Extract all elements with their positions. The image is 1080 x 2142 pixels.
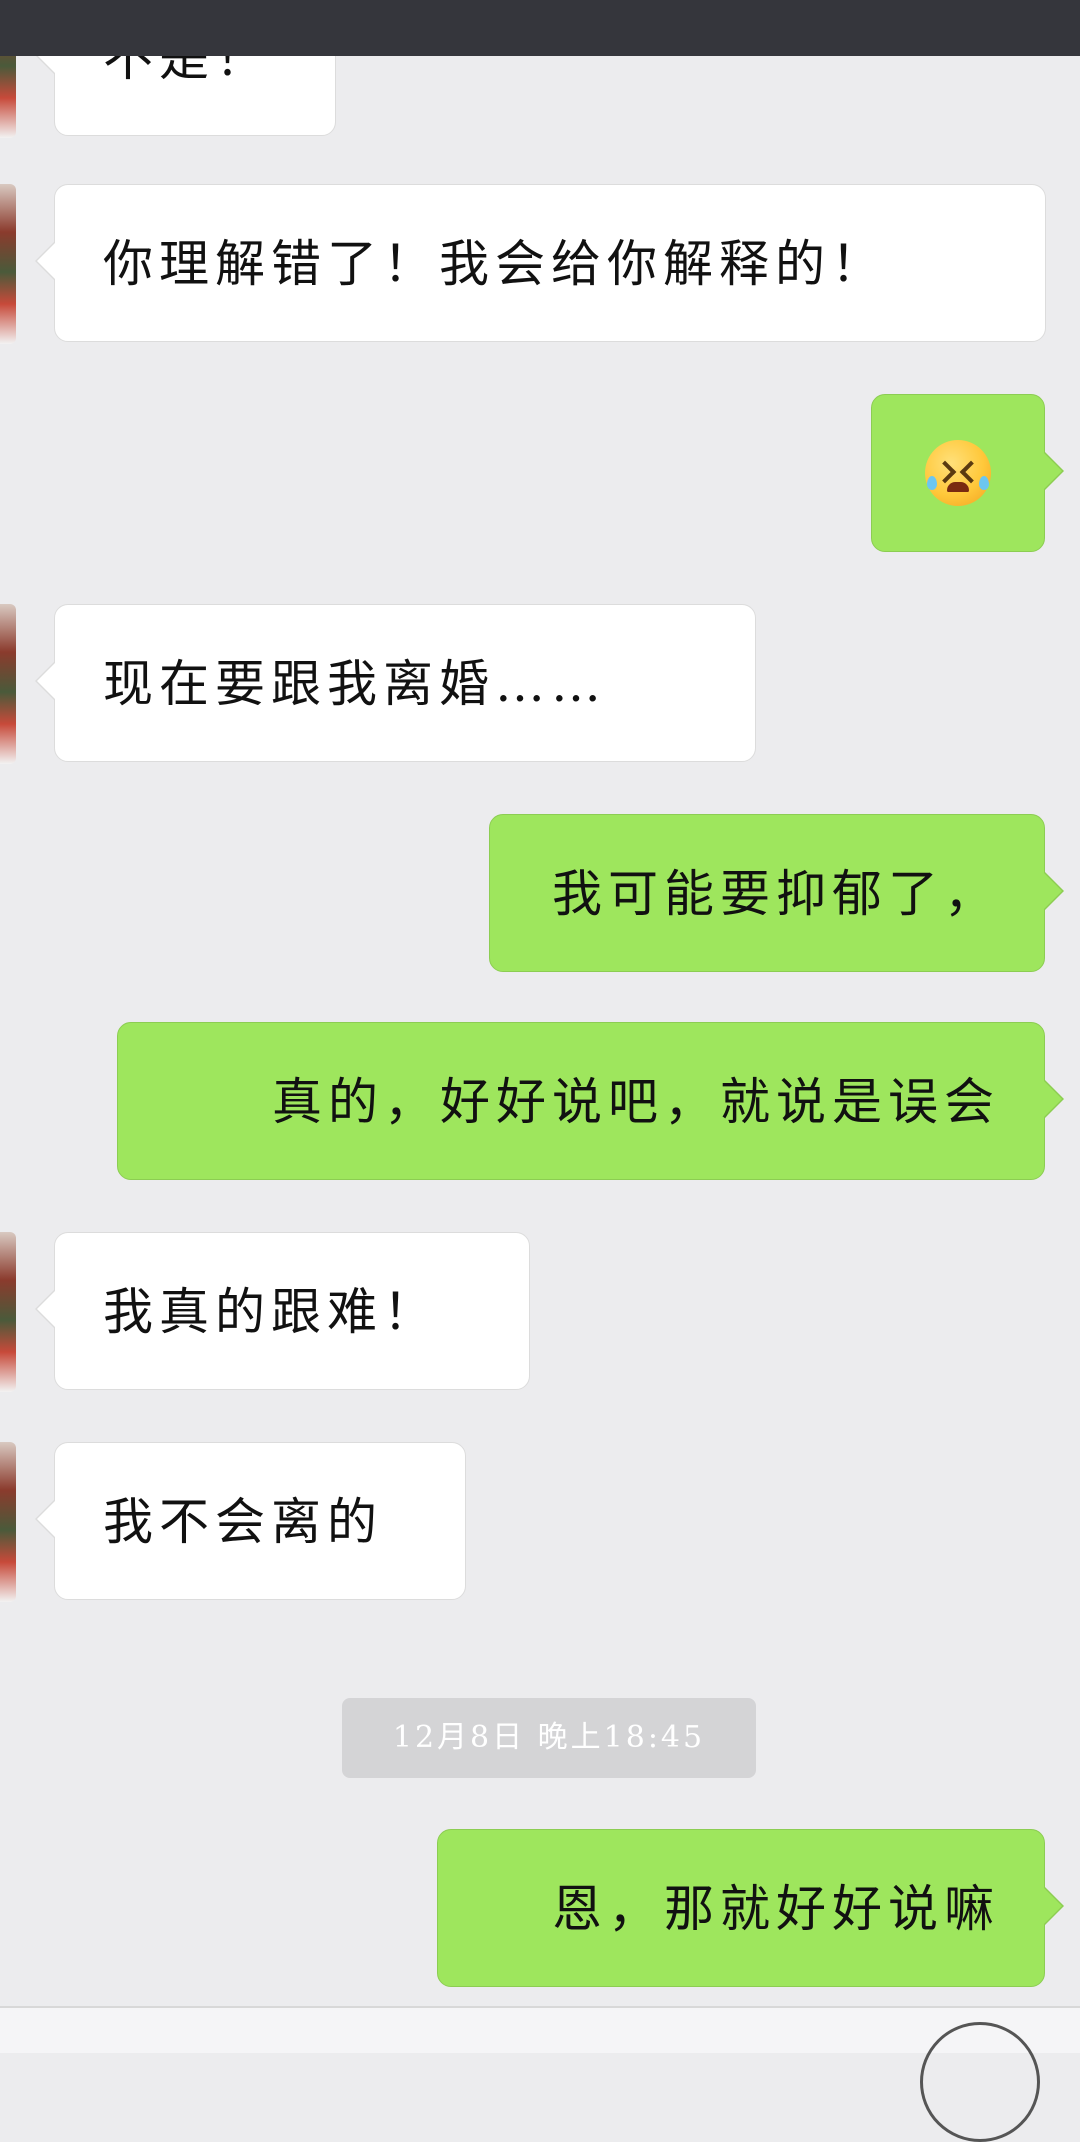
incoming-message-bubble[interactable]: 我真的跟难！ (35, 1232, 530, 1390)
crying-laughing-emoji-icon (925, 440, 991, 506)
outgoing-message-bubble[interactable]: 真的，好好说吧，就说是误会 (117, 1022, 1064, 1180)
emoji-eye-icon (933, 460, 957, 484)
tear-drop-icon (927, 476, 937, 490)
tear-drop-icon (979, 476, 989, 490)
incoming-message-bubble[interactable]: 我不会离的 (35, 1442, 466, 1600)
message-text: 恩，那就好好说嘛 (552, 1880, 1000, 1938)
incoming-message-bubble[interactable]: 你理解错了！我会给你解释的！ (35, 184, 1046, 342)
emoji-picker-icon[interactable] (920, 2022, 1040, 2142)
timestamp-divider: 12月8日 晚上18:45 (342, 1698, 756, 1778)
message-text: 现在要跟我离婚…… (103, 655, 607, 713)
contact-avatar[interactable] (0, 1442, 16, 1602)
outgoing-emoji-bubble[interactable] (871, 394, 1064, 552)
message-text: 我可能要抑郁了， (552, 865, 1000, 923)
contact-avatar[interactable] (0, 1232, 16, 1392)
message-text: 不是！ (103, 56, 271, 87)
message-text: 我不会离的 (103, 1493, 383, 1551)
outgoing-message-bubble[interactable]: 我可能要抑郁了， (489, 814, 1064, 972)
incoming-message-bubble[interactable]: 现在要跟我离婚…… (35, 604, 756, 762)
contact-avatar[interactable] (0, 184, 16, 344)
status-bar (0, 0, 1080, 56)
chat-input-bar[interactable] (0, 2006, 1080, 2142)
outgoing-message-bubble[interactable]: 恩，那就好好说嘛 (437, 1829, 1064, 1987)
chat-message-list[interactable]: 不是！ 你理解错了！我会给你解释的！ 现在要跟我离婚…… 我可能要抑郁了， 真的… (0, 56, 1080, 2006)
message-text: 你理解错了！我会给你解释的！ (103, 235, 887, 293)
emoji-mouth-icon (947, 482, 969, 492)
message-text: 我真的跟难！ (103, 1283, 439, 1341)
contact-avatar[interactable] (0, 56, 16, 138)
contact-avatar[interactable] (0, 604, 16, 764)
incoming-message-bubble[interactable]: 不是！ (35, 56, 336, 136)
timestamp-text: 12月8日 晚上18:45 (392, 1720, 706, 1755)
message-text: 真的，好好说吧，就说是误会 (272, 1073, 1000, 1131)
